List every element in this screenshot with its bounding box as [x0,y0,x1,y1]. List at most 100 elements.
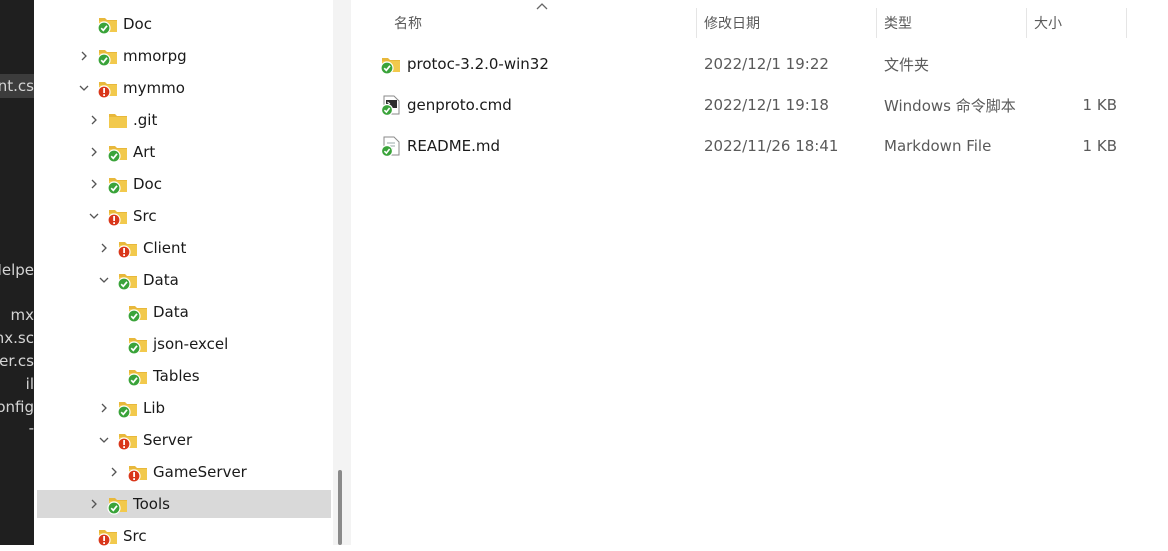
folder-modified-icon [97,525,119,547]
chevron-down-icon[interactable] [97,433,111,447]
tree-item-art[interactable]: Art [37,138,331,166]
folder-modified-icon [127,461,149,483]
tree-item-label: Doc [133,175,162,193]
folder-ok-icon [97,45,119,67]
file-row[interactable]: README.md 2022/11/26 18:41 Markdown File 1 … [370,130,1130,162]
column-separator[interactable] [1026,8,1027,38]
tree-item-label: Lib [143,399,166,417]
tree-item-doc[interactable]: Doc [37,10,331,38]
file-type: Windows 命令脚本 [884,96,1016,115]
nav-pane-scrollbar[interactable] [333,0,351,545]
editor-text-fragment: mx.sc [0,329,34,347]
chevron-down-icon[interactable] [77,81,91,95]
tree-item-label: GameServer [153,463,247,481]
tree-item-doc[interactable]: Doc [37,170,331,198]
column-header-type[interactable]: 类型 [884,8,912,38]
navigation-pane[interactable]: Doc mmorpg mymmo .git Art Doc Src Client Data Dat… [34,0,334,547]
tree-item-label: json-excel [153,335,229,353]
chevron-right-icon[interactable] [97,241,111,255]
tree-item-mmorpg[interactable]: mmorpg [37,42,331,70]
column-separator[interactable] [1126,8,1127,38]
folder-ok-icon [107,493,129,515]
file-row[interactable]: genproto.cmd 2022/12/1 19:18 Windows 命令脚本 1… [370,89,1130,121]
column-header-size[interactable]: 大小 [1034,8,1062,38]
scrollbar-thumb[interactable] [338,470,342,545]
chevron-right-icon[interactable] [87,177,101,191]
sort-ascending-icon [536,3,548,10]
file-date: 2022/12/1 19:18 [704,96,829,114]
tree-item-label: Data [143,271,179,289]
tree-item-data[interactable]: Data [37,298,331,326]
file-name: README.md [407,137,501,155]
folder-ok-icon [107,173,129,195]
column-header-name[interactable]: 名称 [394,8,422,38]
folder-icon [107,109,129,131]
tree-item-tools[interactable]: Tools [37,490,331,518]
tree-item-label: Art [133,143,156,161]
tree-item-tables[interactable]: Tables [37,362,331,390]
editor-text-fragment: er.cs [0,352,34,370]
tree-item-label: mymmo [123,79,185,97]
chevron-right-icon[interactable] [87,497,101,511]
tree-item-mymmo[interactable]: mymmo [37,74,331,102]
tree-item-label: Server [143,431,193,449]
chevron-down-icon[interactable] [87,209,101,223]
folder-ok-icon [127,365,149,387]
tree-item-server[interactable]: Server [37,426,331,454]
editor-text-fragment: onfig [0,398,34,416]
tree-item-client[interactable]: Client [37,234,331,262]
code-editor-pane: Int.csHelpemxmx.scer.csilonfig- [0,0,34,545]
file-name-cell[interactable]: protoc-3.2.0-win32 [380,48,549,80]
editor-text-fragment: Helpe [0,261,34,279]
folder-ok-icon [117,397,139,419]
tree-item-label: .git [133,111,158,129]
chevron-right-icon[interactable] [77,49,91,63]
tree-item-label: Doc [123,15,152,33]
tree-item-gameserver[interactable]: GameServer [37,458,331,486]
editor-text-fragment: Int.cs [0,77,34,95]
folder-ok-icon [127,333,149,355]
folder-ok-icon [127,301,149,323]
chevron-right-icon[interactable] [97,401,111,415]
tree-item-json-excel[interactable]: json-excel [37,330,331,358]
chevron-down-icon[interactable] [97,273,111,287]
file-date: 2022/12/1 19:22 [704,55,829,73]
column-separator[interactable] [696,8,697,38]
tree-item-label: Tables [153,367,200,385]
file-name: genproto.cmd [407,96,512,114]
tree-item-label: Tools [133,495,170,513]
file-size: 1 KB [1082,96,1117,114]
column-separator[interactable] [876,8,877,38]
tree-item-label: Data [153,303,189,321]
chevron-right-icon[interactable] [87,113,101,127]
file-row[interactable]: protoc-3.2.0-win32 2022/12/1 19:22 文件夹 [370,48,1130,80]
tree-item-lib[interactable]: Lib [37,394,331,422]
chevron-right-icon[interactable] [107,465,121,479]
file-list-pane[interactable]: 名称 修改日期 类型 大小 protoc-3.2.0-win32 2022/12/… [352,0,1168,545]
file-type: Markdown File [884,137,992,155]
tree-item-src[interactable]: Src [37,522,331,550]
file-ok-icon [380,135,402,158]
file-date: 2022/11/26 18:41 [704,137,839,155]
folder-ok-icon [380,53,402,75]
tree-item-label: mmorpg [123,47,187,65]
tree-item-label: Src [123,527,147,545]
tree-item-label: Client [143,239,187,257]
file-name: protoc-3.2.0-win32 [407,55,549,73]
chevron-right-icon[interactable] [87,145,101,159]
file-name-cell[interactable]: genproto.cmd [380,89,512,121]
folder-ok-icon [117,269,139,291]
file-name-cell[interactable]: README.md [380,130,500,162]
tree-item-src[interactable]: Src [37,202,331,230]
cmd-file-ok-icon [380,94,402,117]
editor-text-fragment: il [25,375,34,393]
tree-item-git[interactable]: .git [37,106,331,134]
folder-modified-icon [117,429,139,451]
column-header-date[interactable]: 修改日期 [704,8,760,38]
folder-modified-icon [97,77,119,99]
tree-item-data[interactable]: Data [37,266,331,294]
